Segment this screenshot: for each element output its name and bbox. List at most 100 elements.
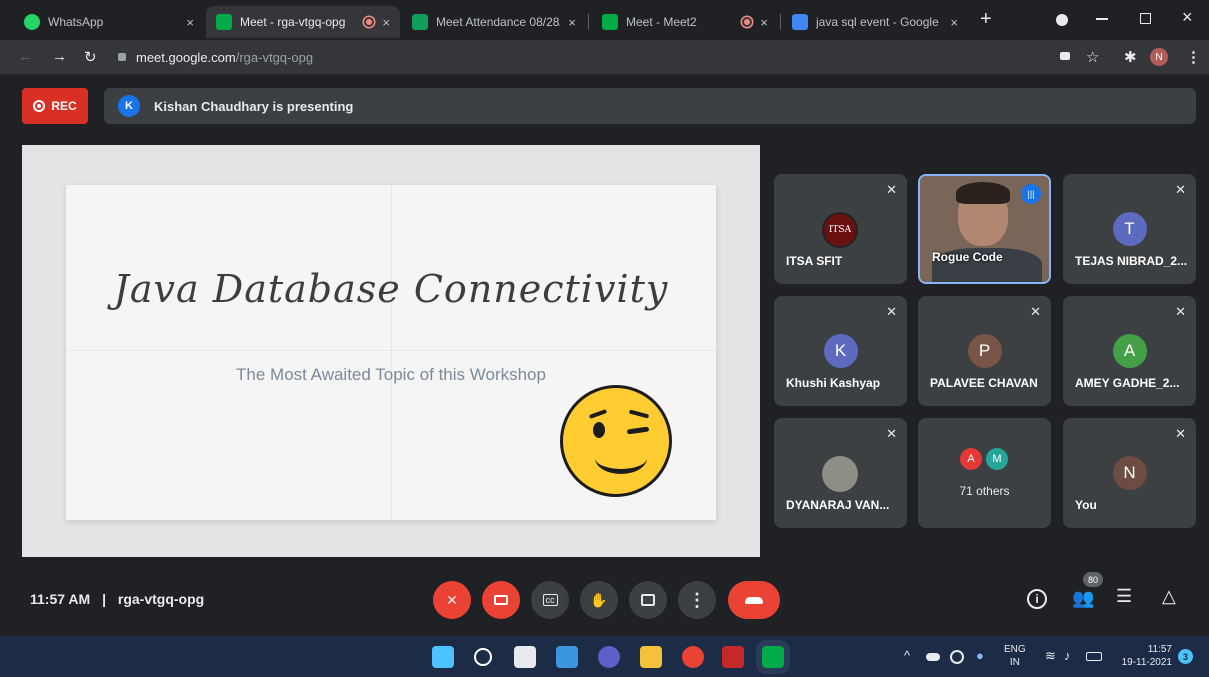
battery-icon[interactable] xyxy=(1086,652,1102,661)
participant-tile[interactable]: ✕ ITSA ITSA SFIT xyxy=(774,174,907,284)
close-tab-icon[interactable]: × xyxy=(568,15,576,30)
tab-title: java sql event - Google D xyxy=(816,15,943,29)
notification-badge[interactable]: 3 xyxy=(1178,649,1193,664)
reload-icon[interactable]: ↻ xyxy=(84,48,97,66)
tab-meet2[interactable]: Meet - Meet2 × xyxy=(592,6,778,38)
search-icon[interactable] xyxy=(474,648,492,666)
language-indicator[interactable]: ENG IN xyxy=(1004,643,1026,669)
mic-off-icon: ✕ xyxy=(886,304,897,319)
speaking-indicator-icon: ||| xyxy=(1021,184,1041,204)
forward-icon[interactable]: → xyxy=(52,48,67,65)
chrome-icon[interactable] xyxy=(682,646,704,668)
tab-google-doc[interactable]: java sql event - Google D × xyxy=(782,6,968,38)
rec-label: REC xyxy=(51,99,77,113)
widgets-icon[interactable] xyxy=(556,646,578,668)
present-screen-icon xyxy=(641,594,655,606)
mic-toggle-button[interactable]: ✕ xyxy=(433,581,471,619)
participant-tile[interactable]: ✕ DYANARAJ VAN... xyxy=(774,418,907,528)
camera-indicator-icon[interactable] xyxy=(1060,52,1070,60)
chrome-profile-icon[interactable] xyxy=(756,640,790,674)
mic-off-icon: ✕ xyxy=(1175,426,1186,441)
meeting-clock: 11:57 AM xyxy=(30,591,91,607)
camera-toggle-button[interactable] xyxy=(482,581,520,619)
close-tab-icon[interactable]: × xyxy=(186,15,194,30)
back-icon[interactable]: ← xyxy=(18,48,33,65)
participant-avatar: M xyxy=(986,448,1008,470)
leave-call-button[interactable] xyxy=(728,581,780,619)
recording-indicator-icon xyxy=(364,17,375,27)
windows-start-icon[interactable] xyxy=(432,646,454,668)
tab-search-icon[interactable] xyxy=(1056,14,1068,26)
minimize-icon[interactable] xyxy=(1096,18,1108,20)
itsa-logo: ITSA xyxy=(822,212,858,248)
close-tab-icon[interactable]: × xyxy=(760,15,768,30)
tab-divider xyxy=(780,14,781,30)
extensions-icon[interactable]: ✱ xyxy=(1124,48,1137,66)
microphone-icon[interactable]: ● xyxy=(976,648,984,663)
recording-badge[interactable]: REC xyxy=(22,88,88,124)
sync-icon[interactable] xyxy=(950,650,964,664)
chat-icon[interactable]: ☰ xyxy=(1116,586,1132,607)
close-window-icon[interactable]: × xyxy=(1182,7,1193,28)
taskbar-clock[interactable]: 11:57 19-11-2021 xyxy=(1116,643,1172,669)
tab-title: WhatsApp xyxy=(48,15,104,29)
participant-tile-speaking[interactable]: ||| Rogue Code xyxy=(918,174,1051,284)
bookmark-star-icon[interactable]: ☆ xyxy=(1086,48,1099,66)
browser-toolbar: ← → ↻ meet.google.com/rga-vtgq-opg ☆ ✱ N… xyxy=(0,40,1209,74)
activities-icon[interactable]: △ xyxy=(1162,586,1176,607)
url-domain: meet.google.com xyxy=(136,49,236,65)
wifi-icon[interactable]: ≋ xyxy=(1045,648,1056,664)
present-button[interactable] xyxy=(629,581,667,619)
tab-meet-active[interactable]: Meet - rga-vtgq-opg × xyxy=(206,6,400,38)
participant-tile[interactable]: ✕ T TEJAS NIBRAD_2... xyxy=(1063,174,1196,284)
file-explorer-icon[interactable] xyxy=(640,646,662,668)
profile-avatar[interactable]: N xyxy=(1150,48,1168,66)
close-tab-icon[interactable]: × xyxy=(382,15,390,30)
meet-icon xyxy=(216,14,232,30)
meeting-details-icon[interactable]: i xyxy=(1027,589,1047,609)
captions-button[interactable]: cc xyxy=(531,581,569,619)
mic-off-icon: ✕ xyxy=(446,591,458,608)
more-options-button[interactable]: ⋮ xyxy=(678,581,716,619)
snipping-tool-icon[interactable] xyxy=(722,646,744,668)
participant-name: DYANARAJ VAN... xyxy=(786,498,890,512)
camera-off-icon xyxy=(494,595,508,605)
tab-whatsapp[interactable]: WhatsApp × xyxy=(14,6,204,38)
slide-title: Java Database Connectivity xyxy=(113,267,669,311)
url-path: /rga-vtgq-opg xyxy=(235,49,314,65)
restore-icon[interactable] xyxy=(1140,13,1151,24)
others-tile[interactable]: A M 71 others xyxy=(918,418,1051,528)
participant-tile[interactable]: ✕ K Khushi Kashyap xyxy=(774,296,907,406)
region-code: IN xyxy=(1009,657,1020,668)
participant-tile-self[interactable]: ✕ N You xyxy=(1063,418,1196,528)
presentation-slide: Java Database Connectivity The Most Awai… xyxy=(22,145,760,557)
tray-overflow-icon[interactable]: ^ xyxy=(904,648,910,663)
participant-name: TEJAS NIBRAD_2... xyxy=(1075,254,1188,268)
participant-tile[interactable]: ✕ P PALAVEE CHAVAN xyxy=(918,296,1051,406)
task-view-icon[interactable] xyxy=(514,646,536,668)
address-bar[interactable]: meet.google.com/rga-vtgq-opg xyxy=(110,44,1190,70)
tab-title: Meet - Meet2 xyxy=(626,15,697,29)
participant-avatar: A xyxy=(960,448,982,470)
close-tab-icon[interactable]: × xyxy=(950,15,958,30)
slide-subtitle: The Most Awaited Topic of this Workshop xyxy=(236,365,546,384)
participant-hair xyxy=(956,182,1010,204)
onedrive-icon[interactable] xyxy=(926,653,940,661)
menu-dots-icon[interactable]: ⋮ xyxy=(1186,48,1201,66)
participant-tile[interactable]: ✕ A AMEY GADHE_2... xyxy=(1063,296,1196,406)
captions-icon: cc xyxy=(542,594,558,606)
mic-off-icon: ✕ xyxy=(1030,304,1041,319)
raise-hand-button[interactable]: ✋ xyxy=(580,581,618,619)
participant-name: PALAVEE CHAVAN xyxy=(930,376,1038,390)
chat-app-icon[interactable] xyxy=(598,646,620,668)
people-icon[interactable]: 👥 xyxy=(1072,588,1094,609)
more-dots-icon: ⋮ xyxy=(688,589,706,610)
hang-up-icon xyxy=(745,596,763,604)
presenting-banner: K Kishan Chaudhary is presenting xyxy=(104,88,1196,124)
participant-photo-avatar xyxy=(822,456,858,492)
volume-icon[interactable]: ♪ xyxy=(1064,648,1071,663)
mic-off-icon: ✕ xyxy=(886,426,897,441)
participant-avatar: N xyxy=(1112,456,1147,490)
tab-meet-attendance[interactable]: Meet Attendance 08/28/2 × xyxy=(402,6,586,38)
new-tab-button[interactable]: + xyxy=(980,8,992,31)
